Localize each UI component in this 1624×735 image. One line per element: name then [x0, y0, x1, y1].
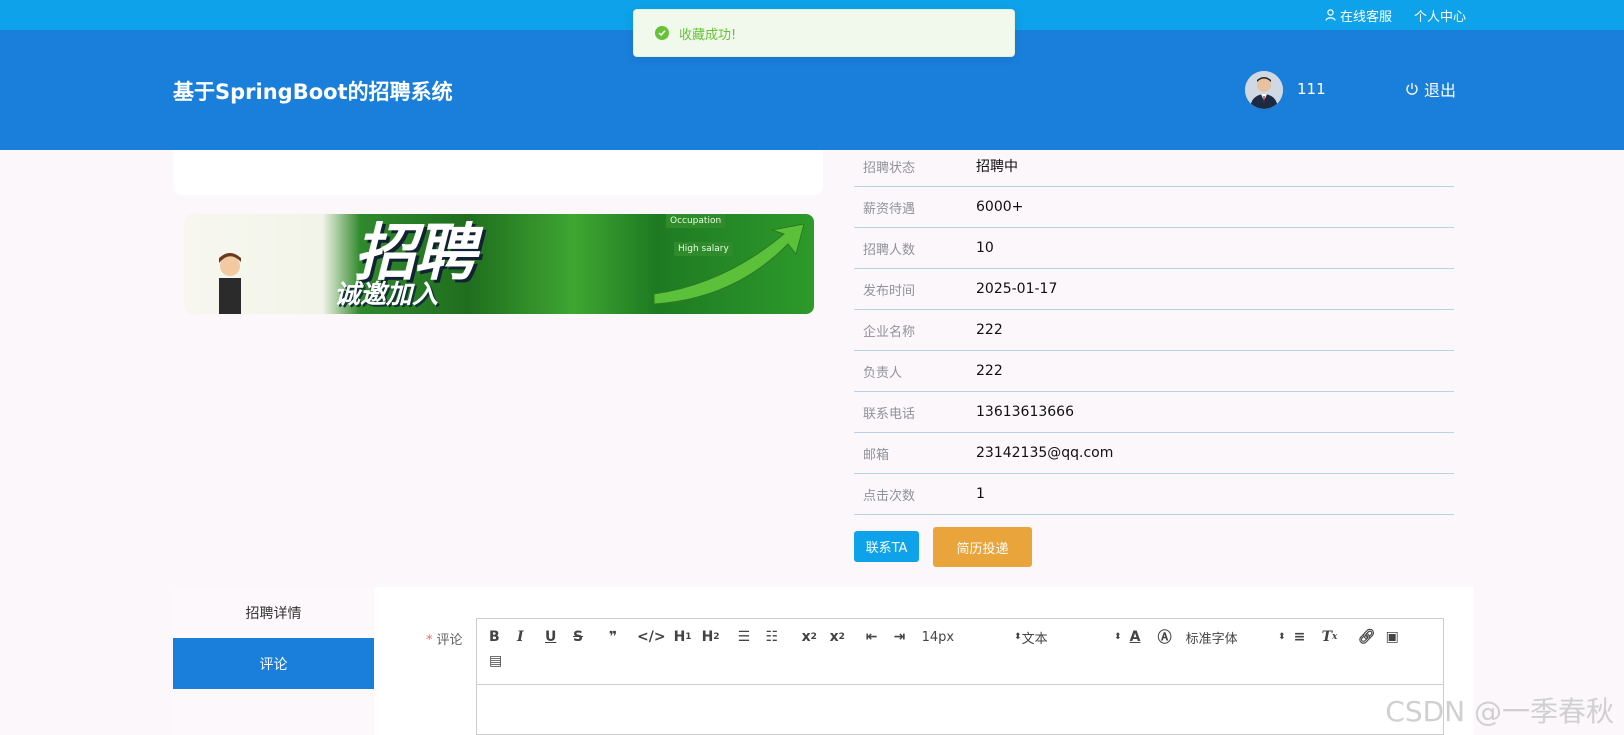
- required-mark: *: [426, 633, 433, 648]
- personal-center-link[interactable]: 个人中心: [1414, 6, 1466, 25]
- ordered-list-icon[interactable]: ☰: [738, 627, 766, 647]
- info-label: 招聘状态: [863, 160, 916, 176]
- font-color-icon[interactable]: A: [1130, 627, 1158, 647]
- image-icon[interactable]: ▣: [1386, 627, 1414, 647]
- info-label: 联系电话: [863, 406, 916, 422]
- contact-button[interactable]: 联系TA: [854, 531, 919, 562]
- top-links: 在线客服 个人中心: [1325, 0, 1466, 30]
- info-value: 2025-01-17: [976, 281, 1058, 297]
- heading-2-icon[interactable]: H2: [702, 627, 730, 647]
- info-row-status: 招聘状态 招聘中: [854, 146, 1454, 187]
- info-label: 企业名称: [863, 324, 916, 340]
- info-value: 13613613666: [976, 404, 1074, 420]
- info-label: 招聘人数: [863, 242, 916, 258]
- info-row-salary: 薪资待遇 6000+: [854, 187, 1454, 228]
- info-label: 薪资待遇: [863, 201, 916, 217]
- info-row-headcount: 招聘人数 10: [854, 228, 1454, 269]
- logout-button[interactable]: 退出: [1405, 77, 1456, 101]
- font-family-value: 标准字体: [1185, 631, 1238, 647]
- code-block-icon[interactable]: </>: [637, 627, 666, 647]
- link-icon[interactable]: 🔗︎: [1358, 627, 1386, 647]
- select-arrow-icon: ⬍: [1278, 632, 1286, 642]
- info-row-company: 企业名称 222: [854, 310, 1454, 351]
- font-family-select[interactable]: 标准字体 ⬍: [1186, 627, 1286, 647]
- info-value: 222: [976, 363, 1003, 379]
- superscript-icon[interactable]: x2: [830, 627, 858, 647]
- select-arrow-icon: ⬍: [1114, 632, 1122, 642]
- comment-label-text: 评论: [436, 633, 463, 648]
- strikethrough-icon[interactable]: S: [573, 627, 601, 647]
- tab-comment[interactable]: 评论: [173, 638, 374, 689]
- video-icon[interactable]: ▤: [489, 651, 517, 671]
- info-value: 10: [976, 240, 994, 256]
- growth-arrow-icon: [654, 224, 805, 304]
- banner-cn-text: 诚邀加入: [334, 280, 439, 310]
- info-row-publish-date: 发布时间 2025-01-17: [854, 269, 1454, 310]
- info-row-contact-person: 负责人 222: [854, 351, 1454, 392]
- background-color-icon[interactable]: Ⓐ: [1158, 627, 1186, 647]
- header-select[interactable]: 文本 ⬍: [1022, 627, 1122, 647]
- info-label: 发布时间: [863, 283, 916, 299]
- watermark: CSDN @一季春秋: [1385, 695, 1614, 728]
- info-label: 点击次数: [863, 488, 916, 504]
- info-value: 222: [976, 322, 1003, 338]
- info-value: 23142135@qq.com: [976, 445, 1114, 461]
- recruitment-banner: 招聘 诚邀加入 Occupation High salary: [184, 214, 814, 314]
- font-size-value: 14px: [921, 629, 955, 645]
- editor-toolbar: B I U S ❞ </> H1 H2 ☰ ☷ x2 x2 ⇤ ⇥ 14px ⬍ …: [477, 619, 1443, 685]
- banner-tag-salary: High salary: [674, 242, 733, 256]
- online-service-link[interactable]: 在线客服: [1325, 6, 1392, 25]
- info-label: 邮箱: [863, 447, 890, 463]
- underline-icon[interactable]: U: [545, 627, 573, 647]
- info-value: 6000+: [976, 199, 1024, 215]
- font-size-select[interactable]: 14px ⬍: [922, 627, 1022, 647]
- header-select-value: 文本: [1021, 631, 1048, 647]
- apply-resume-button[interactable]: 简历投递: [933, 527, 1032, 567]
- rich-text-editor[interactable]: B I U S ❞ </> H1 H2 ☰ ☷ x2 x2 ⇤ ⇥ 14px ⬍ …: [476, 618, 1444, 735]
- outdent-icon[interactable]: ⇤: [866, 627, 894, 647]
- user-icon: [1325, 9, 1336, 21]
- toast-message: 收藏成功!: [679, 27, 737, 43]
- info-label: 负责人: [863, 365, 903, 381]
- person-illustration: [219, 253, 241, 314]
- clear-format-icon[interactable]: Tx: [1322, 627, 1350, 647]
- align-left-icon[interactable]: ≡: [1294, 627, 1322, 647]
- detail-tabs: 招聘详情 评论: [173, 587, 374, 735]
- subscript-icon[interactable]: x2: [802, 627, 830, 647]
- info-row-clicks: 点击次数 1: [854, 474, 1454, 515]
- logout-label: 退出: [1424, 81, 1457, 100]
- site-title: 基于SpringBoot的招聘系统: [173, 80, 453, 104]
- info-value: 招聘中: [976, 159, 1018, 175]
- tab-job-detail[interactable]: 招聘详情: [173, 587, 374, 638]
- heading-1-icon[interactable]: H1: [674, 627, 702, 647]
- blockquote-icon[interactable]: ❞: [609, 627, 637, 647]
- info-row-phone: 联系电话 13613613666: [854, 392, 1454, 433]
- job-info-table: 招聘状态 招聘中 薪资待遇 6000+ 招聘人数 10 发布时间 2025-01-17 …: [854, 146, 1454, 515]
- banner-tag-occupation: Occupation: [666, 214, 726, 228]
- avatar[interactable]: [1245, 71, 1283, 109]
- comment-field-label: * 评论: [426, 629, 463, 648]
- italic-icon[interactable]: I: [517, 627, 545, 647]
- info-row-email: 邮箱 23142135@qq.com: [854, 433, 1454, 474]
- username: 111: [1297, 80, 1326, 98]
- check-circle-icon: [655, 26, 669, 40]
- select-arrow-icon: ⬍: [1014, 632, 1022, 642]
- indent-icon[interactable]: ⇥: [894, 627, 922, 647]
- info-value: 1: [976, 486, 985, 502]
- success-toast: 收藏成功!: [633, 9, 1015, 57]
- bullet-list-icon[interactable]: ☷: [766, 627, 794, 647]
- online-service-label: 在线客服: [1339, 9, 1392, 25]
- image-card-top: [173, 150, 823, 195]
- power-icon: [1406, 83, 1418, 95]
- bold-icon[interactable]: B: [489, 627, 517, 647]
